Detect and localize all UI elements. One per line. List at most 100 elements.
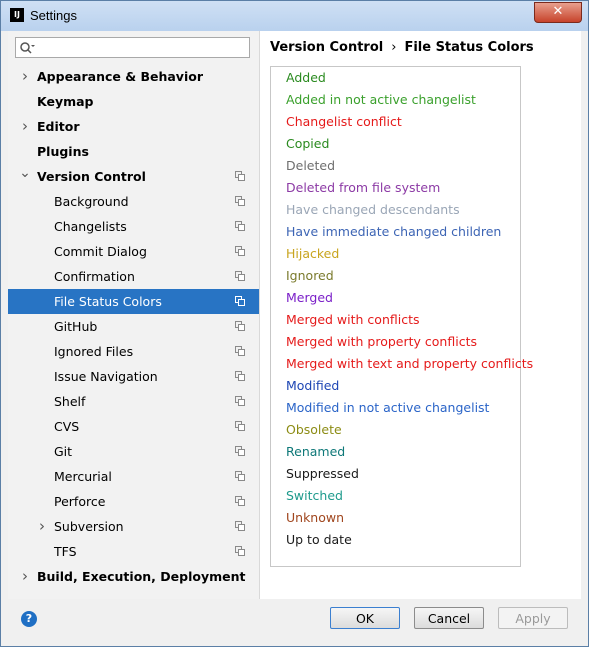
tree-item[interactable]: Git: [8, 439, 259, 464]
tree-item[interactable]: Shelf: [8, 389, 259, 414]
search-box[interactable]: [15, 37, 250, 58]
tree-item[interactable]: Ignored Files: [8, 339, 259, 364]
tree-item[interactable]: Changelists: [8, 214, 259, 239]
file-status-item[interactable]: Up to date: [286, 529, 352, 551]
tree-item[interactable]: Perforce: [8, 489, 259, 514]
ok-button[interactable]: OK: [330, 607, 400, 629]
main-panel: Version Control › File Status Colors Added…: [260, 31, 581, 599]
file-status-item[interactable]: Merged with conflicts: [286, 309, 420, 331]
project-settings-icon: [235, 171, 245, 181]
tree-item[interactable]: Commit Dialog: [8, 239, 259, 264]
project-settings-icon: [235, 446, 245, 456]
settings-tree: › Appearance & Behavior Keymap › Editor Plugi…: [8, 64, 259, 589]
dialog-footer: ? OK Cancel Apply: [1, 599, 588, 646]
project-settings-icon: [235, 546, 245, 556]
file-status-item[interactable]: Suppressed: [286, 463, 359, 485]
tree-item[interactable]: Background: [8, 189, 259, 214]
search-icon: [20, 42, 35, 54]
file-status-item[interactable]: Deleted from file system: [286, 177, 440, 199]
file-status-item[interactable]: Merged with text and property conflicts: [286, 353, 533, 375]
project-settings-icon: [235, 321, 245, 331]
file-status-item[interactable]: Modified: [286, 375, 339, 397]
file-status-item[interactable]: Added in not active changelist: [286, 89, 476, 111]
cancel-button[interactable]: Cancel: [414, 607, 484, 629]
project-settings-icon: [235, 271, 245, 281]
tree-item-label: Subversion: [54, 519, 124, 534]
tree-item-label: TFS: [54, 544, 77, 559]
help-icon[interactable]: ?: [21, 611, 37, 627]
file-status-item[interactable]: Changelist conflict: [286, 111, 402, 133]
tree-item[interactable]: CVS: [8, 414, 259, 439]
chevron-right-icon[interactable]: ›: [19, 564, 31, 589]
project-settings-icon: [235, 246, 245, 256]
tree-item-label: Background: [54, 194, 129, 209]
tree-item[interactable]: TFS: [8, 539, 259, 564]
project-settings-icon: [235, 521, 245, 531]
tree-item-label: File Status Colors: [54, 294, 162, 309]
tree-item-label: Git: [54, 444, 73, 459]
file-status-item[interactable]: Have changed descendants: [286, 199, 460, 221]
file-status-item[interactable]: Ignored: [286, 265, 334, 287]
breadcrumb: Version Control › File Status Colors: [270, 40, 534, 55]
file-status-item[interactable]: Hijacked: [286, 243, 339, 265]
tree-item-label: Confirmation: [54, 269, 135, 284]
project-settings-icon: [235, 196, 245, 206]
chevron-right-icon[interactable]: ›: [19, 114, 31, 139]
tree-item[interactable]: › Subversion: [8, 514, 259, 539]
tree-item-label: Keymap: [37, 94, 94, 109]
project-settings-icon: [235, 371, 245, 381]
file-status-item[interactable]: Obsolete: [286, 419, 342, 441]
settings-window: IJ Settings ✕ › Appearance & Behavior Keym…: [0, 0, 589, 647]
file-status-item[interactable]: Merged: [286, 287, 333, 309]
tree-item[interactable]: › Appearance & Behavior: [8, 64, 259, 89]
tree-item-label: Changelists: [54, 219, 127, 234]
file-status-item[interactable]: Unknown: [286, 507, 344, 529]
tree-item[interactable]: ⌄ Version Control: [8, 164, 259, 189]
tree-item-label: Build, Execution, Deployment: [37, 569, 246, 584]
breadcrumb-parent[interactable]: Version Control: [270, 40, 383, 55]
tree-item[interactable]: Keymap: [8, 89, 259, 114]
settings-content: › Appearance & Behavior Keymap › Editor Plugi…: [8, 31, 581, 599]
tree-item-label: CVS: [54, 419, 80, 434]
project-settings-icon: [235, 496, 245, 506]
tree-item-label: Perforce: [54, 494, 106, 509]
file-status-item[interactable]: Deleted: [286, 155, 335, 177]
tree-item-label: Appearance & Behavior: [37, 69, 203, 84]
project-settings-icon: [235, 396, 245, 406]
tree-item[interactable]: Issue Navigation: [8, 364, 259, 389]
search-input[interactable]: [38, 39, 243, 56]
window-title: Settings: [30, 8, 77, 23]
tree-item[interactable]: Plugins: [8, 139, 259, 164]
file-status-item[interactable]: Merged with property conflicts: [286, 331, 477, 353]
breadcrumb-current: File Status Colors: [404, 40, 534, 55]
project-settings-icon: [235, 421, 245, 431]
file-status-item[interactable]: Copied: [286, 133, 329, 155]
close-button[interactable]: ✕: [534, 2, 582, 23]
tree-item-label: Plugins: [37, 144, 89, 159]
tree-item-label: Issue Navigation: [54, 369, 158, 384]
tree-item-label: Mercurial: [54, 469, 112, 484]
tree-item-label: GitHub: [54, 319, 98, 334]
file-status-item[interactable]: Added: [286, 67, 326, 89]
file-status-item[interactable]: Switched: [286, 485, 343, 507]
chevron-down-icon[interactable]: ⌄: [19, 164, 31, 189]
file-status-item[interactable]: Renamed: [286, 441, 345, 463]
tree-item[interactable]: › Build, Execution, Deployment: [8, 564, 259, 589]
title-bar: IJ Settings ✕: [1, 1, 588, 31]
settings-sidebar: › Appearance & Behavior Keymap › Editor Plugi…: [8, 31, 260, 599]
tree-item-label: Commit Dialog: [54, 244, 147, 259]
project-settings-icon: [235, 346, 245, 356]
chevron-right-icon[interactable]: ›: [19, 64, 31, 89]
tree-item[interactable]: File Status Colors: [8, 289, 259, 314]
intellij-app-icon: IJ: [10, 8, 24, 22]
tree-item[interactable]: GitHub: [8, 314, 259, 339]
tree-item[interactable]: Mercurial: [8, 464, 259, 489]
tree-item-label: Version Control: [37, 169, 146, 184]
project-settings-icon: [235, 471, 245, 481]
chevron-right-icon[interactable]: ›: [36, 514, 48, 539]
apply-button[interactable]: Apply: [498, 607, 568, 629]
tree-item[interactable]: Confirmation: [8, 264, 259, 289]
tree-item[interactable]: › Editor: [8, 114, 259, 139]
file-status-item[interactable]: Modified in not active changelist: [286, 397, 489, 419]
file-status-item[interactable]: Have immediate changed children: [286, 221, 501, 243]
